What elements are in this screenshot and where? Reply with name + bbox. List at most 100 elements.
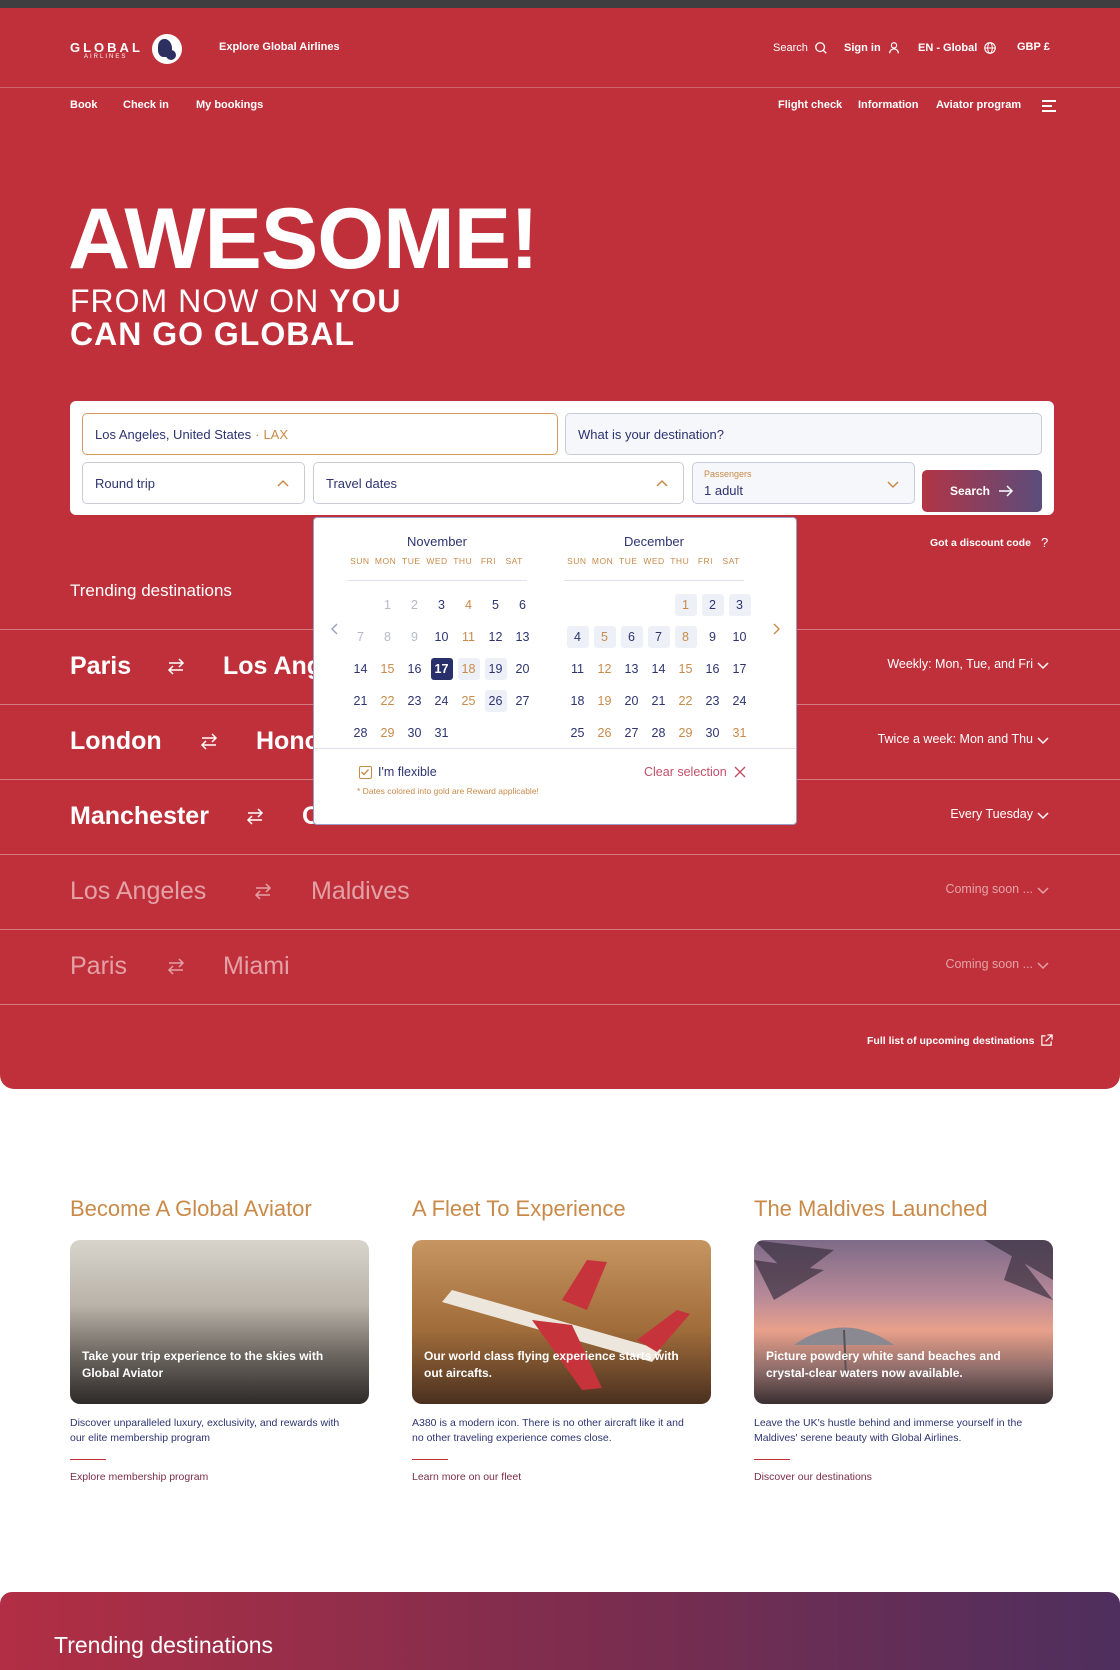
day-cell[interactable]: 26: [484, 690, 507, 712]
day-cell-selected[interactable]: 17: [430, 658, 453, 680]
day-cell[interactable]: 4: [458, 594, 480, 616]
day-cell[interactable]: 8: [674, 626, 697, 648]
day-cell[interactable]: 28: [350, 722, 372, 744]
trip-type-select[interactable]: Round trip: [82, 462, 305, 504]
nav-flight-check[interactable]: Flight check: [778, 99, 842, 111]
nav-my-bookings[interactable]: My bookings: [196, 99, 263, 111]
destination-field[interactable]: What is your destination?: [565, 413, 1042, 455]
day-cell[interactable]: 30: [404, 722, 426, 744]
passengers-select[interactable]: Passengers 1 adult: [692, 462, 915, 504]
day-cell[interactable]: 3: [728, 594, 751, 616]
origin-field[interactable]: Los Angeles, United States · LAX: [82, 413, 558, 455]
day-cell[interactable]: 7: [647, 626, 670, 648]
next-month-icon[interactable]: [769, 622, 783, 636]
flexible-checkbox[interactable]: [359, 766, 372, 779]
weekday-label: MON: [591, 556, 614, 566]
route-row[interactable]: Paris Miami Coming soon ...: [0, 929, 1120, 1003]
hero-subtitle-line2: CAN GO GLOBAL: [70, 316, 355, 352]
day-cell[interactable]: 31: [431, 722, 453, 744]
full-list-label: Full list of upcoming destinations: [867, 1034, 1035, 1047]
day-cell[interactable]: 29: [675, 722, 697, 744]
route-row[interactable]: Los Angeles Maldives Coming soon ...: [0, 854, 1120, 928]
chevron-down-icon: [887, 481, 899, 489]
language-selector[interactable]: EN - Global: [918, 41, 997, 55]
logo[interactable]: GLOBAL AIRLINES: [70, 32, 182, 68]
discount-code-link[interactable]: Got a discount code ?: [930, 535, 1048, 550]
day-cell[interactable]: 5: [593, 626, 616, 648]
day-cell[interactable]: 6: [620, 626, 643, 648]
day-cell[interactable]: 20: [512, 658, 534, 680]
day-cell[interactable]: 19: [594, 690, 616, 712]
day-cell[interactable]: 22: [377, 690, 399, 712]
day-cell[interactable]: 11: [458, 626, 480, 648]
day-cell[interactable]: 3: [431, 594, 453, 616]
day-cell[interactable]: 24: [431, 690, 453, 712]
day-cell[interactable]: 26: [594, 722, 616, 744]
nav-aviator-program[interactable]: Aviator program: [936, 99, 1021, 111]
card-link[interactable]: Explore membership program: [70, 1471, 208, 1483]
day-cell[interactable]: 4: [566, 626, 589, 648]
day-cell[interactable]: 29: [377, 722, 399, 744]
day-cell[interactable]: 14: [648, 658, 670, 680]
logo-text: GLOBAL: [70, 40, 143, 55]
day-cell[interactable]: 13: [512, 626, 534, 648]
card-maldives[interactable]: The Maldives Launched Picture powdery wh…: [754, 1196, 1054, 1483]
discount-label: Got a discount code: [930, 536, 1031, 549]
day-cell[interactable]: 24: [729, 690, 751, 712]
day-cell[interactable]: 16: [702, 658, 724, 680]
day-cell[interactable]: 18: [457, 658, 480, 680]
nav-check-in[interactable]: Check in: [123, 99, 169, 111]
day-cell[interactable]: 16: [404, 658, 426, 680]
search-button[interactable]: Search: [922, 470, 1042, 512]
day-cell[interactable]: 5: [485, 594, 507, 616]
check-icon: [361, 769, 370, 776]
day-cell[interactable]: 6: [512, 594, 534, 616]
day-cell[interactable]: 17: [729, 658, 751, 680]
card-link[interactable]: Discover our destinations: [754, 1471, 872, 1483]
day-cell[interactable]: 15: [377, 658, 399, 680]
explore-link[interactable]: Explore Global Airlines: [219, 41, 340, 53]
card-aviator[interactable]: Become A Global Aviator Take your trip e…: [70, 1196, 370, 1483]
day-cell[interactable]: 25: [567, 722, 589, 744]
day-cell[interactable]: 10: [729, 626, 751, 648]
day-cell[interactable]: 12: [594, 658, 616, 680]
day-cell[interactable]: 22: [675, 690, 697, 712]
day-cell[interactable]: 1: [674, 594, 697, 616]
currency-selector[interactable]: GBP £: [1017, 41, 1050, 53]
prev-month-icon[interactable]: [328, 622, 342, 636]
day-cell[interactable]: 23: [404, 690, 426, 712]
sign-in-link[interactable]: Sign in: [844, 41, 901, 55]
nav-information[interactable]: Information: [858, 99, 919, 111]
day-cell[interactable]: 15: [675, 658, 697, 680]
day-cell[interactable]: 19: [484, 658, 507, 680]
day-cell[interactable]: 27: [621, 722, 643, 744]
card-link[interactable]: Learn more on our fleet: [412, 1471, 521, 1483]
card-fleet[interactable]: A Fleet To Experience Our world class fl…: [412, 1196, 712, 1483]
day-cell[interactable]: 12: [485, 626, 507, 648]
day-cell[interactable]: 31: [729, 722, 751, 744]
nav-book[interactable]: Book: [70, 99, 98, 111]
weekday-label: FRI: [697, 556, 714, 566]
travel-dates-select[interactable]: Travel dates: [313, 462, 684, 504]
menu-icon[interactable]: [1042, 100, 1056, 112]
day-cell[interactable]: 18: [567, 690, 589, 712]
day-cell[interactable]: 25: [458, 690, 480, 712]
day-cell[interactable]: 30: [702, 722, 724, 744]
search-link[interactable]: Search: [773, 41, 828, 55]
day-cell[interactable]: 9: [702, 626, 724, 648]
day-cell[interactable]: 21: [350, 690, 372, 712]
day-cell[interactable]: 27: [512, 690, 534, 712]
day-cell[interactable]: 14: [350, 658, 372, 680]
day-cell[interactable]: 11: [567, 658, 589, 680]
day-cell[interactable]: 10: [431, 626, 453, 648]
day-cell[interactable]: 23: [702, 690, 724, 712]
chevron-up-icon: [656, 479, 668, 487]
day-cell[interactable]: 13: [621, 658, 643, 680]
date-picker: November December SUN MON TUE WED THU FRI SAT …: [313, 517, 797, 825]
clear-selection-button[interactable]: Clear selection: [644, 765, 746, 779]
day-cell[interactable]: 20: [621, 690, 643, 712]
day-cell[interactable]: 21: [648, 690, 670, 712]
full-list-link[interactable]: Full list of upcoming destinations: [867, 1034, 1054, 1047]
day-cell[interactable]: 28: [648, 722, 670, 744]
day-cell[interactable]: 2: [701, 594, 724, 616]
